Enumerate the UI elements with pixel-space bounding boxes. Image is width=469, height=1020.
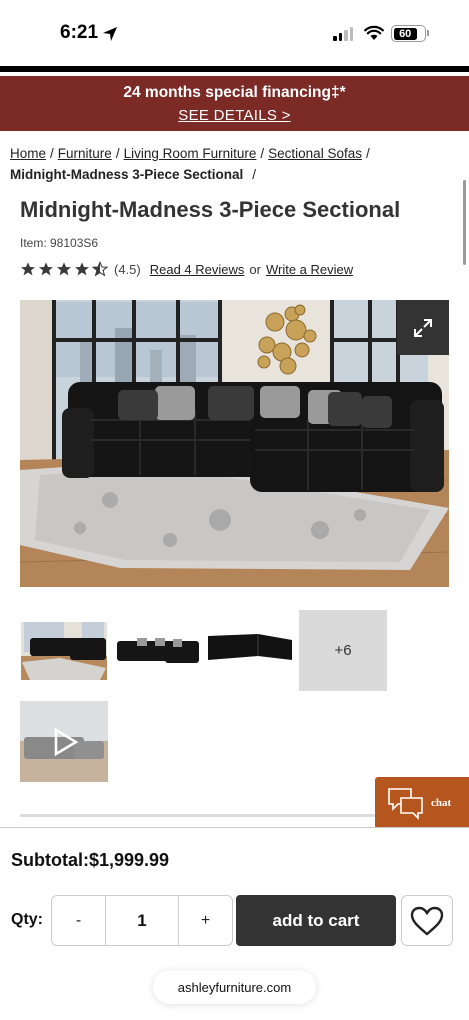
browser-url-bar[interactable]: ashleyfurniture.com: [153, 970, 316, 1004]
promo-banner: 24 months special financing‡* SEE DETAIL…: [0, 76, 469, 131]
or-text: or: [249, 261, 261, 277]
subtotal: Subtotal:$1,999.99: [11, 850, 170, 870]
promo-title: 24 months special financing‡*: [123, 84, 346, 101]
breadcrumb-separator: /: [50, 146, 54, 161]
thumbnail-image: [206, 610, 294, 691]
chat-label: chat: [431, 797, 452, 809]
expand-icon: [414, 318, 432, 337]
qty-label: Qty:: [11, 911, 43, 928]
wishlist-button[interactable]: [401, 895, 453, 946]
star-full-icon: [39, 262, 53, 276]
expand-image-button[interactable]: [397, 300, 449, 355]
play-icon: [54, 727, 79, 757]
rating-value: (4.5): [114, 261, 141, 277]
breadcrumb-living-room[interactable]: Living Room Furniture: [124, 146, 257, 161]
chat-bubbles-icon: [388, 788, 423, 820]
thumbnail-image: [113, 610, 201, 691]
breadcrumb: Home / Furniture / Living Room Furniture / Sec…: [10, 143, 455, 185]
thumbnail-1[interactable]: [20, 610, 108, 691]
item-number: Item: 98103S6: [20, 236, 99, 250]
breadcrumb-home[interactable]: Home: [10, 146, 46, 161]
sectional-sofa-photo: [20, 300, 449, 587]
more-images-button[interactable]: +6: [299, 610, 387, 691]
quantity-stepper: - 1 +: [51, 895, 233, 946]
scrollbar[interactable]: [463, 180, 466, 265]
breadcrumb-separator: /: [252, 167, 257, 182]
breadcrumb-separator: /: [365, 146, 370, 161]
star-full-icon: [57, 262, 71, 276]
star-full-icon: [21, 262, 35, 276]
status-bar: 6:21 60: [0, 0, 469, 66]
heart-icon: [410, 906, 444, 936]
battery-level: 60: [399, 27, 412, 40]
breadcrumb-current: Midnight-Madness 3-Piece Sectional: [10, 167, 244, 182]
thumbnail-3[interactable]: [206, 610, 294, 691]
chat-button[interactable]: chat: [375, 777, 469, 829]
qty-decrease-button[interactable]: -: [52, 896, 105, 945]
star-rating: [20, 261, 108, 277]
star-half-icon: [92, 261, 108, 277]
write-review-link[interactable]: Write a Review: [266, 262, 353, 277]
read-reviews-link[interactable]: Read 4 Reviews: [150, 262, 245, 277]
thumbnail-2[interactable]: [113, 610, 201, 691]
location-arrow-icon: [103, 27, 117, 41]
rating-row: (4.5) Read 4 Reviews or Write a Review: [20, 261, 353, 277]
breadcrumb-furniture[interactable]: Furniture: [58, 146, 112, 161]
qty-increase-button[interactable]: +: [179, 896, 232, 945]
battery-icon: 60: [391, 25, 429, 42]
breadcrumb-separator: /: [260, 146, 265, 161]
status-time: 6:21: [60, 22, 99, 43]
star-full-icon: [75, 262, 89, 276]
product-title: Midnight-Madness 3-Piece Sectional: [20, 197, 401, 222]
header-rule: [0, 66, 469, 72]
breadcrumb-separator: /: [115, 146, 120, 161]
add-to-cart-button[interactable]: add to cart: [236, 895, 396, 946]
video-thumbnail[interactable]: [20, 701, 108, 782]
qty-input[interactable]: 1: [105, 896, 179, 945]
wifi-icon: [364, 25, 384, 40]
more-images-count: +6: [334, 642, 352, 659]
thumbnail-image: [20, 610, 108, 691]
see-details-link[interactable]: SEE DETAILS >: [178, 107, 290, 124]
product-main-image[interactable]: [20, 300, 449, 587]
breadcrumb-sectional-sofas[interactable]: Sectional Sofas: [268, 146, 362, 161]
cellular-signal-icon: [333, 27, 353, 41]
